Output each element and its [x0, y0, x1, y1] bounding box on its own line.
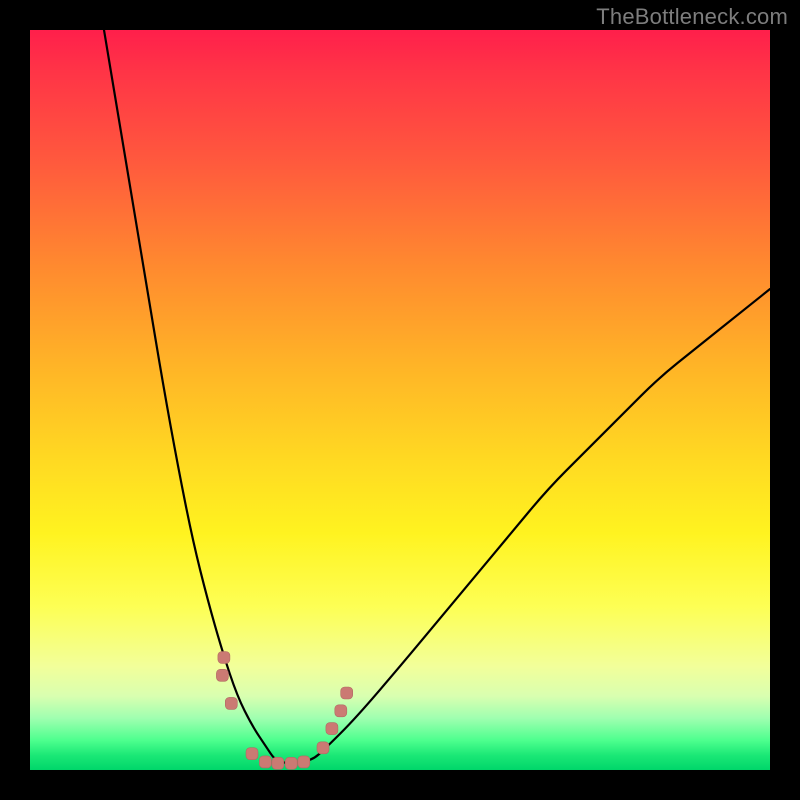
curve-marker — [285, 757, 297, 769]
curve-marker — [326, 723, 338, 735]
curve-marker — [317, 742, 329, 754]
curve-marker — [259, 756, 271, 768]
watermark-text: TheBottleneck.com — [596, 4, 788, 30]
chart-frame: TheBottleneck.com — [0, 0, 800, 800]
curve-marker — [216, 669, 228, 681]
curve-marker — [298, 756, 310, 768]
bottleneck-curve-svg — [30, 30, 770, 770]
curve-marker — [272, 757, 284, 769]
curve-marker — [335, 705, 347, 717]
plot-area — [30, 30, 770, 770]
curve-marker — [341, 687, 353, 699]
bottleneck-curve — [104, 30, 770, 763]
curve-markers — [216, 652, 352, 770]
curve-marker — [218, 652, 230, 664]
curve-marker — [225, 697, 237, 709]
curve-marker — [246, 748, 258, 760]
